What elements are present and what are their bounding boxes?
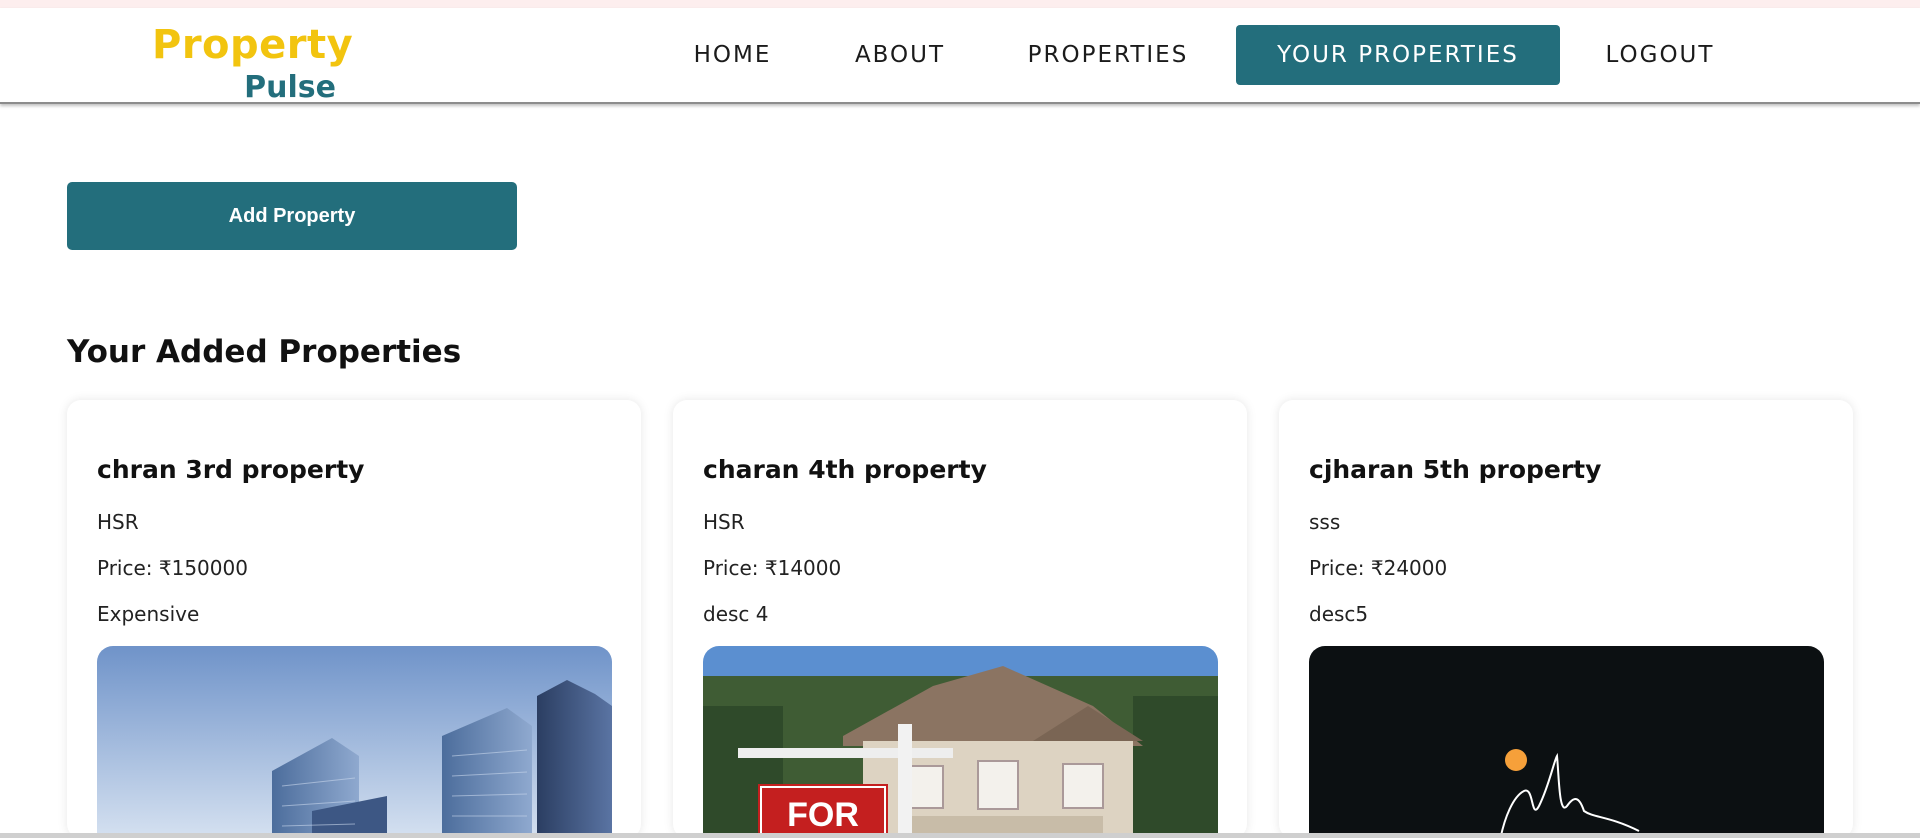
logo-text-pulse: Pulse	[244, 70, 336, 105]
property-price: Price: ₹14000	[703, 556, 842, 580]
property-location: sss	[1309, 510, 1341, 534]
nav-properties[interactable]: PROPERTIES	[1012, 25, 1204, 85]
top-accent-line	[0, 0, 1920, 8]
property-description: desc5	[1309, 602, 1369, 626]
property-title: cjharan 5th property	[1309, 455, 1602, 484]
nav-logout[interactable]: LOGOUT	[1590, 25, 1730, 85]
property-price: Price: ₹150000	[97, 556, 248, 580]
property-image-dark-illustration	[1309, 646, 1824, 838]
property-card[interactable]: charan 4th property HSR Price: ₹14000 de…	[673, 400, 1247, 838]
property-location: HSR	[97, 510, 139, 534]
section-title: Your Added Properties	[67, 334, 462, 370]
property-price: Price: ₹24000	[1309, 556, 1448, 580]
logo[interactable]: Property Pulse	[152, 16, 353, 105]
svg-text:FOR: FOR	[787, 796, 859, 834]
nav-about[interactable]: ABOUT	[840, 25, 960, 85]
property-location: HSR	[703, 510, 745, 534]
nav-home[interactable]: HOME	[675, 25, 790, 85]
property-title: chran 3rd property	[97, 455, 365, 484]
property-title: charan 4th property	[703, 455, 987, 484]
property-image-house-for-sale: FOR	[703, 646, 1218, 838]
logo-text-property: Property	[152, 22, 354, 68]
property-card[interactable]: cjharan 5th property sss Price: ₹24000 d…	[1279, 400, 1853, 838]
nav-your-properties[interactable]: YOUR PROPERTIES	[1236, 25, 1560, 85]
bottom-scroll-edge	[0, 833, 1920, 838]
add-property-button[interactable]: Add Property	[67, 182, 517, 250]
site-header: Property Pulse HOME ABOUT PROPERTIES YOU…	[0, 8, 1920, 105]
property-description: desc 4	[703, 602, 769, 626]
property-card[interactable]: chran 3rd property HSR Price: ₹150000 Ex…	[67, 400, 641, 838]
property-description: Expensive	[97, 602, 200, 626]
property-image-office-buildings	[97, 646, 612, 838]
